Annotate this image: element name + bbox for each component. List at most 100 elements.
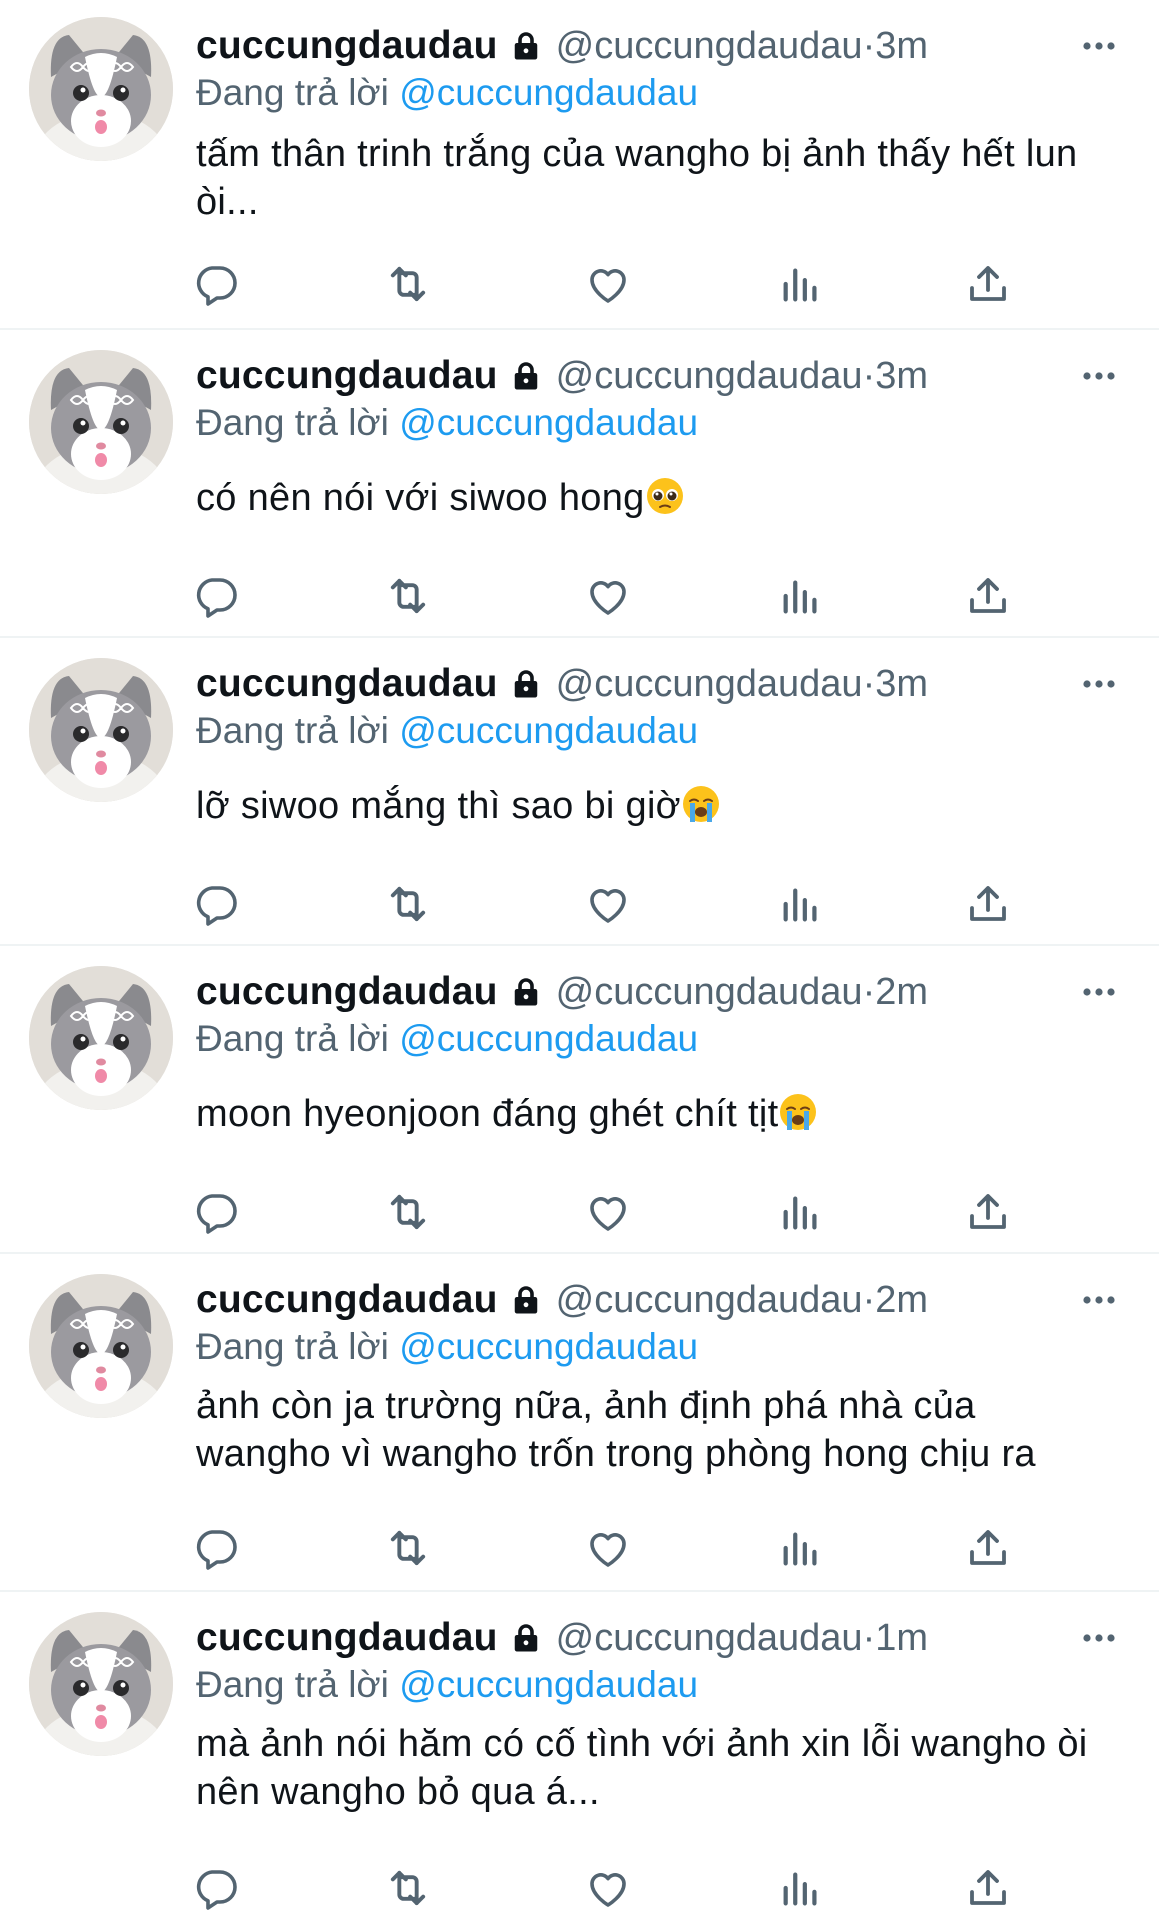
user-handle[interactable]: @cuccungdaudau [556,971,863,1014]
replying-mention[interactable]: @cuccungdaudau [399,1326,698,1367]
replying-mention[interactable]: @cuccungdaudau [399,1018,698,1059]
reply-button[interactable] [188,876,244,932]
avatar[interactable] [29,658,173,802]
views-icon [783,1872,817,1906]
avatar[interactable] [29,1274,173,1418]
share-button[interactable] [960,1184,1016,1240]
action-bar [196,1184,1006,1240]
tweet[interactable]: cuccungdaudau @cuccungdaudau · 1m Đang t… [0,1592,1159,1920]
retweet-button[interactable] [380,1520,436,1576]
display-name[interactable]: cuccungdaudau [196,24,498,68]
user-handle[interactable]: @cuccungdaudau [556,1617,863,1660]
views-icon [783,268,817,302]
share-button[interactable] [960,256,1016,312]
display-name[interactable]: cuccungdaudau [196,354,498,398]
timestamp[interactable]: 3m [875,25,928,68]
retweet-button[interactable] [380,568,436,624]
reply-button[interactable] [188,1860,244,1916]
timestamp[interactable]: 2m [875,971,928,1014]
retweet-icon [390,1530,426,1566]
replying-prefix: Đang trả lời [196,1018,400,1059]
like-button[interactable] [580,568,636,624]
share-icon [970,886,1006,921]
user-handle[interactable]: @cuccungdaudau [556,1279,863,1322]
display-name[interactable]: cuccungdaudau [196,1616,498,1660]
views-button[interactable] [773,1520,829,1576]
user-handle[interactable]: @cuccungdaudau [556,25,863,68]
share-button[interactable] [960,1860,1016,1916]
reply-icon [196,1870,237,1910]
like-button[interactable] [580,256,636,312]
views-button[interactable] [773,1860,829,1916]
like-button[interactable] [580,1860,636,1916]
timestamp[interactable]: 1m [875,1617,928,1660]
retweet-button[interactable] [380,876,436,932]
tweet[interactable]: cuccungdaudau @cuccungdaudau · 3m Đang t… [0,0,1159,330]
display-name[interactable]: cuccungdaudau [196,662,498,706]
reply-button[interactable] [188,1520,244,1576]
replying-mention[interactable]: @cuccungdaudau [399,710,698,751]
retweet-button[interactable] [380,1184,436,1240]
replying-mention[interactable]: @cuccungdaudau [399,402,698,443]
user-handle[interactable]: @cuccungdaudau [556,663,863,706]
lock-icon [514,32,537,60]
replying-mention[interactable]: @cuccungdaudau [399,72,698,113]
action-bar [196,568,1006,624]
replying-mention[interactable]: @cuccungdaudau [399,1664,698,1705]
display-name[interactable]: cuccungdaudau [196,1278,498,1322]
like-button[interactable] [580,1520,636,1576]
avatar[interactable] [29,350,173,494]
more-icon[interactable] [1077,26,1121,66]
more-icon[interactable] [1077,356,1121,396]
avatar[interactable] [29,1612,173,1756]
share-icon [970,1870,1006,1905]
tweet[interactable]: cuccungdaudau @cuccungdaudau · 3m Đang t… [0,638,1159,946]
replying-to: Đang trả lời @cuccungdaudau [196,1664,698,1706]
retweet-icon [390,886,426,922]
share-button[interactable] [960,876,1016,932]
reply-icon [196,886,237,926]
views-button[interactable] [773,256,829,312]
like-button[interactable] [580,876,636,932]
user-handle[interactable]: @cuccungdaudau [556,355,863,398]
separator: · [862,1616,876,1659]
reply-button[interactable] [188,568,244,624]
action-bar [196,256,1006,312]
more-icon[interactable] [1077,664,1121,704]
share-button[interactable] [960,568,1016,624]
like-icon [590,269,626,303]
timestamp[interactable]: 3m [875,355,928,398]
pleading-face-emoji [646,478,683,514]
display-name[interactable]: cuccungdaudau [196,970,498,1014]
avatar[interactable] [29,17,173,161]
reply-button[interactable] [188,1184,244,1240]
avatar-image [29,350,173,494]
timestamp[interactable]: 3m [875,663,928,706]
retweet-button[interactable] [380,1860,436,1916]
avatar[interactable] [29,966,173,1110]
lock-icon [514,670,537,698]
like-button[interactable] [580,1184,636,1240]
tweet[interactable]: cuccungdaudau @cuccungdaudau · 2m Đang t… [0,946,1159,1254]
share-button[interactable] [960,1520,1016,1576]
tweet-text: moon hyeonjoon đáng ghét chít tịt [196,1093,779,1135]
separator: · [862,24,876,67]
views-icon [783,888,817,922]
action-bar [196,876,1006,932]
timestamp[interactable]: 2m [875,1279,928,1322]
views-button[interactable] [773,876,829,932]
avatar-image [29,1612,173,1756]
more-icon[interactable] [1077,972,1121,1012]
like-icon [590,1197,626,1231]
reply-button[interactable] [188,256,244,312]
retweet-button[interactable] [380,256,436,312]
tweet[interactable]: cuccungdaudau @cuccungdaudau · 2m Đang t… [0,1254,1159,1592]
views-button[interactable] [773,568,829,624]
views-button[interactable] [773,1184,829,1240]
reply-icon [196,578,237,618]
tweet[interactable]: cuccungdaudau @cuccungdaudau · 3m Đang t… [0,330,1159,638]
more-icon[interactable] [1077,1618,1121,1658]
tweet-text-block: lỡ siwoo mắng thì sao bi giờ [196,782,1119,830]
more-icon[interactable] [1077,1280,1121,1320]
tweet-text: lỡ siwoo mắng thì sao bi giờ [196,785,681,827]
